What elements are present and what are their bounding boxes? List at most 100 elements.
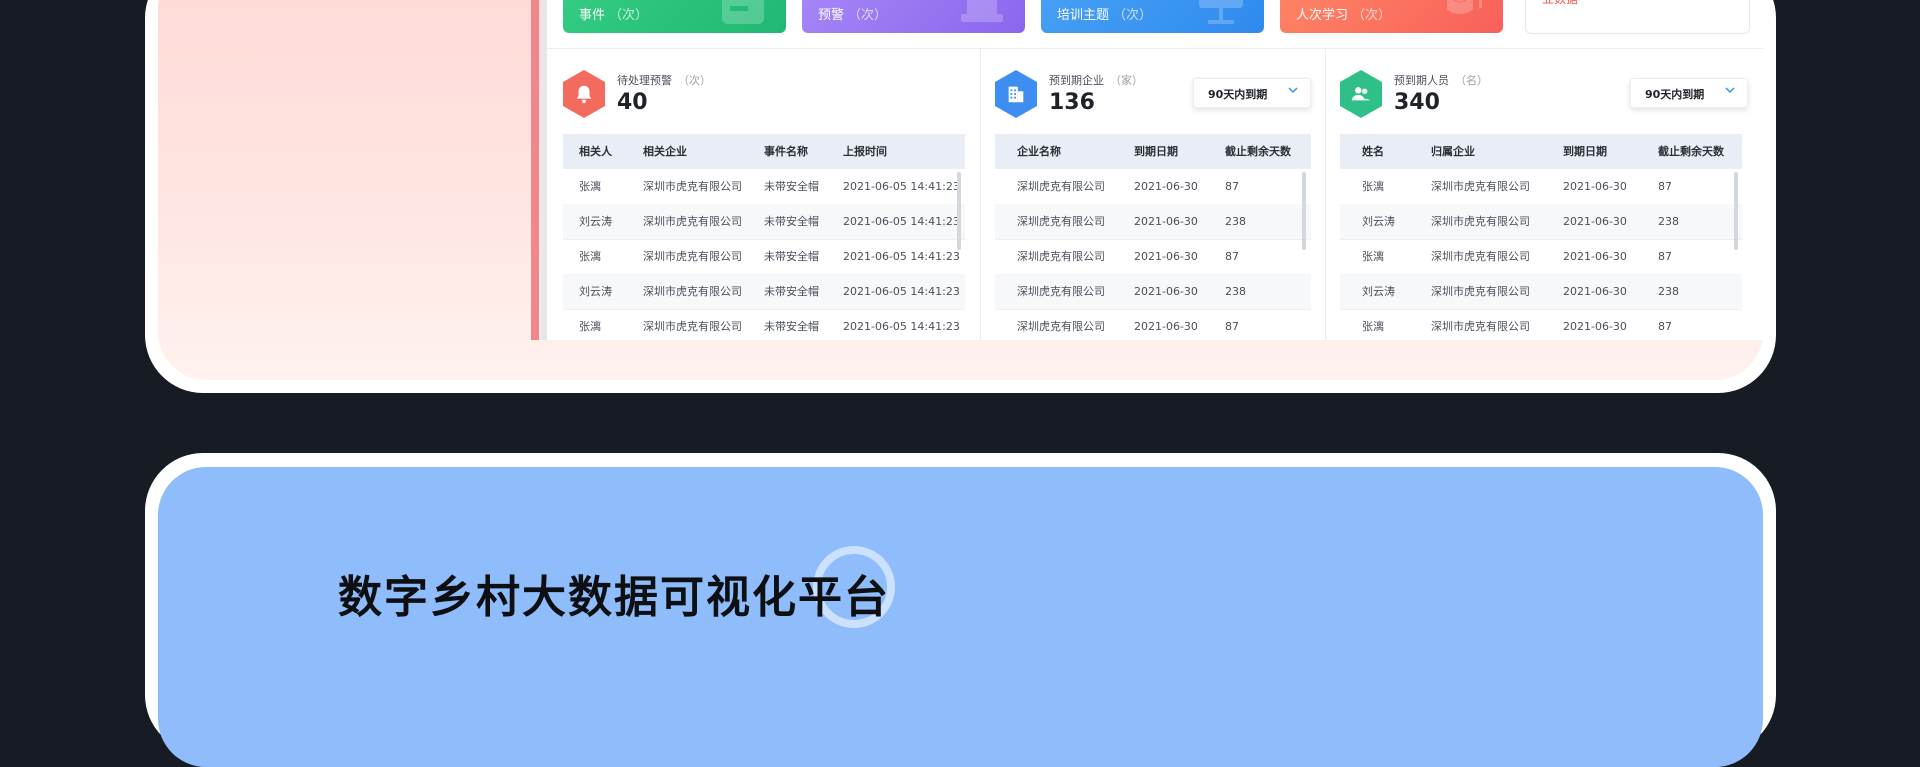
cell-company: 深圳市虎克有限公司 [643, 250, 742, 263]
table-header: 企业名称 到期日期 截止剩余天数 [995, 134, 1311, 169]
column-header[interactable]: 截止剩余天数 [1658, 134, 1724, 169]
table-row[interactable]: 张漓 深圳市虎克有限公司 未带安全帽 2021-06-05 14:41:23 [563, 169, 965, 205]
cell-company: 深圳虎克有限公司 [1017, 250, 1105, 263]
cell-company: 深圳虎克有限公司 [1017, 180, 1105, 193]
column-header[interactable]: 归属企业 [1431, 134, 1475, 169]
panel-count: 340 [1394, 90, 1440, 115]
cell-company: 深圳虎克有限公司 [1017, 320, 1105, 333]
table-row[interactable]: 深圳虎克有限公司 2021-06-30 87 [995, 239, 1311, 275]
table-row[interactable]: 深圳虎克有限公司 2021-06-30 238 [995, 274, 1311, 310]
cell-company: 深圳市虎克有限公司 [1431, 180, 1530, 193]
stat-label: 培训主题 （次） [1057, 8, 1153, 23]
stat-card-training[interactable]: 12 培训主题（次） [1041, 0, 1264, 33]
presentation-board-icon [1199, 0, 1243, 24]
cell-date: 2021-06-30 [1563, 285, 1627, 298]
cell-name: 张漓 [1362, 250, 1384, 263]
cell-company: 深圳虎克有限公司 [1017, 215, 1105, 228]
table-row[interactable]: 张漓 深圳市虎克有限公司 2021-06-30 87 [1340, 239, 1742, 275]
stat-label: 预警 （次） [818, 8, 888, 23]
cell-time: 2021-06-05 14:41:23 [843, 250, 960, 263]
section-divider [547, 48, 1763, 49]
cell-time: 2021-06-05 14:41:23 [843, 215, 960, 228]
column-header[interactable]: 相关企业 [643, 134, 687, 169]
column-header[interactable]: 事件名称 [764, 134, 808, 169]
cell-company: 深圳市虎克有限公司 [643, 320, 742, 333]
table-row[interactable]: 深圳虎克有限公司 2021-06-30 87 [995, 169, 1311, 205]
column-header[interactable]: 上报时间 [843, 134, 887, 169]
cell-date: 2021-06-30 [1563, 180, 1627, 193]
column-header[interactable]: 相关人 [579, 134, 612, 169]
table-row[interactable]: 刘云涛 深圳市虎克有限公司 未带安全帽 2021-06-05 14:41:23 [563, 204, 965, 240]
table-row[interactable]: 刘云涛 深圳市虎克有限公司 2021-06-30 238 [1340, 274, 1742, 310]
cell-name: 张漓 [1362, 320, 1384, 333]
cell-company: 深圳虎克有限公司 [1017, 285, 1105, 298]
admin-note-card: *【企业管理员】只能统计所管理的企业数据 [1525, 0, 1750, 34]
cell-event: 未带安全帽 [764, 250, 819, 263]
table-scrollbar[interactable] [1734, 172, 1738, 250]
section-title: 数字乡村大数据可视化平台 [338, 572, 890, 623]
cell-days: 87 [1225, 180, 1239, 193]
table-row[interactable]: 刘云涛 深圳市虎克有限公司 未带安全帽 2021-06-05 14:41:23 [563, 274, 965, 310]
panel-title: 待处理预警 （次） [617, 74, 711, 87]
cell-days: 238 [1225, 215, 1246, 228]
building-icon [995, 70, 1037, 118]
cell-days: 87 [1658, 320, 1672, 333]
cell-event: 未带安全帽 [764, 180, 819, 193]
table-header: 姓名 归属企业 到期日期 截止剩余天数 [1340, 134, 1742, 169]
cell-days: 238 [1658, 285, 1679, 298]
cell-person: 张漓 [579, 250, 601, 263]
cell-days: 87 [1225, 250, 1239, 263]
table-scrollbar[interactable] [1302, 172, 1306, 250]
column-header[interactable]: 企业名称 [1017, 134, 1061, 169]
top-frame-background: 135400 事件（次） 26583 预警（次） 12 培训主题（次） 3654… [158, 0, 1763, 380]
cell-company: 深圳市虎克有限公司 [643, 285, 742, 298]
table-row[interactable]: 张漓 深圳市虎克有限公司 未带安全帽 2021-06-05 14:41:23 [563, 309, 965, 340]
stat-card-alerts[interactable]: 26583 预警（次） [802, 0, 1025, 33]
cell-date: 2021-06-30 [1563, 215, 1627, 228]
column-header[interactable]: 截止剩余天数 [1225, 134, 1291, 169]
cell-event: 未带安全帽 [764, 285, 819, 298]
stat-label: 事件 （次） [579, 8, 649, 23]
admin-note-text: *【企业管理员】只能统计所管理的企业数据 [1542, 0, 1742, 8]
left-accent-stripe [531, 0, 539, 340]
cell-company: 深圳市虎克有限公司 [1431, 320, 1530, 333]
table-row[interactable]: 张漓 深圳市虎克有限公司 2021-06-30 87 [1340, 169, 1742, 205]
table-row[interactable]: 刘云涛 深圳市虎克有限公司 2021-06-30 238 [1340, 204, 1742, 240]
cell-date: 2021-06-30 [1134, 285, 1198, 298]
cell-company: 深圳市虎克有限公司 [1431, 250, 1530, 263]
column-header[interactable]: 姓名 [1362, 134, 1384, 169]
cell-time: 2021-06-05 14:41:23 [843, 180, 960, 193]
stat-card-events[interactable]: 135400 事件（次） [563, 0, 786, 33]
expiry-filter-dropdown[interactable]: 90天内到期 [1193, 78, 1311, 108]
chevron-down-icon [1288, 87, 1298, 94]
cell-date: 2021-06-30 [1134, 250, 1198, 263]
expiry-filter-dropdown[interactable]: 90天内到期 [1630, 78, 1748, 108]
panel-count: 136 [1049, 90, 1095, 115]
cell-person: 张漓 [579, 180, 601, 193]
table-row[interactable]: 张漓 深圳市虎克有限公司 2021-06-30 87 [1340, 309, 1742, 340]
cell-days: 87 [1225, 320, 1239, 333]
dashboard-screen: 135400 事件（次） 26583 预警（次） 12 培训主题（次） 3654… [541, 0, 1763, 340]
cell-date: 2021-06-30 [1563, 320, 1627, 333]
cell-name: 张漓 [1362, 180, 1384, 193]
cell-event: 未带安全帽 [764, 215, 819, 228]
chevron-down-icon [1725, 87, 1735, 94]
stat-label: 人次学习 （次） [1296, 8, 1392, 23]
panel-title: 预到期人员 （名） [1394, 74, 1488, 87]
dropdown-value: 90天内到期 [1208, 88, 1268, 101]
table-header: 相关人 相关企业 事件名称 上报时间 [563, 134, 965, 169]
column-header[interactable]: 到期日期 [1563, 134, 1607, 169]
users-icon [1340, 70, 1382, 118]
cell-date: 2021-06-30 [1563, 250, 1627, 263]
table-row[interactable]: 深圳虎克有限公司 2021-06-30 87 [995, 309, 1311, 340]
bottom-section-background: 数字乡村大数据可视化平台 [158, 467, 1763, 767]
cell-days: 238 [1658, 215, 1679, 228]
cell-name: 刘云涛 [1362, 285, 1395, 298]
cell-days: 87 [1658, 250, 1672, 263]
panel-divider [1325, 48, 1326, 340]
table-row[interactable]: 深圳虎克有限公司 2021-06-30 238 [995, 204, 1311, 240]
stat-card-learning[interactable]: 36540 人次学习（次） [1280, 0, 1503, 33]
table-row[interactable]: 张漓 深圳市虎克有限公司 未带安全帽 2021-06-05 14:41:23 [563, 239, 965, 275]
column-header[interactable]: 到期日期 [1134, 134, 1178, 169]
table-scrollbar[interactable] [957, 172, 961, 250]
